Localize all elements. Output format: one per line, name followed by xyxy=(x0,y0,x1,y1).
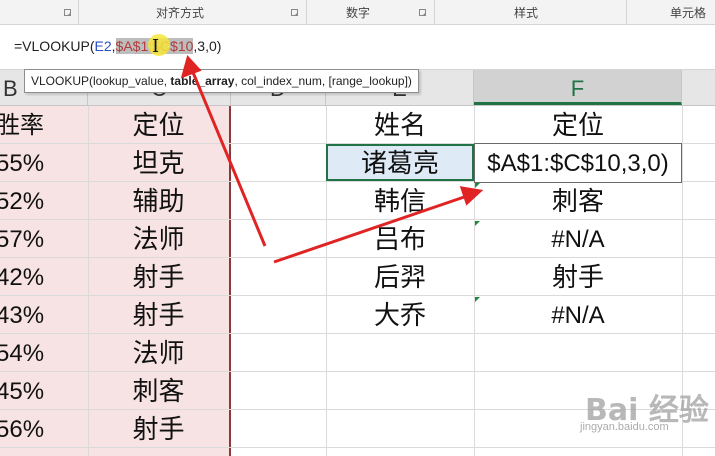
cell-f5[interactable]: 射手 xyxy=(474,258,682,295)
cell-b7[interactable]: 54% xyxy=(0,334,88,371)
number-group-label: 数字 xyxy=(346,6,371,20)
cell-b5[interactable]: 42% xyxy=(0,258,88,295)
col-c-right-border xyxy=(229,106,231,456)
cell-e2[interactable]: 诸葛亮 xyxy=(326,144,474,181)
cell-b3[interactable]: 52% xyxy=(0,182,88,219)
cell-f2-formula[interactable]: $A$1:$C$10,3,0) xyxy=(474,144,682,181)
alignment-dialog-launcher-icon[interactable] xyxy=(291,9,298,16)
ribbon-group-number: 数字 xyxy=(306,0,435,24)
error-indicator-icon xyxy=(475,221,480,226)
cell-b6[interactable]: 43% xyxy=(0,296,88,333)
col-header-g[interactable] xyxy=(682,70,715,105)
error-indicator-icon xyxy=(475,297,480,302)
cell-b8[interactable]: 45% xyxy=(0,372,88,409)
ribbon-group-styles: 样式 xyxy=(434,0,627,24)
formula-rest: ,3,0) xyxy=(193,38,222,54)
cell-e3[interactable]: 韩信 xyxy=(326,182,474,219)
formula-ref-e2: E2 xyxy=(94,38,112,54)
alignment-group-label: 对齐方式 xyxy=(156,6,205,20)
cell-c5[interactable]: 射手 xyxy=(88,258,229,295)
number-dialog-launcher-icon[interactable] xyxy=(419,9,426,16)
cells-group-label: 单元格 xyxy=(670,6,707,20)
cell-f1[interactable]: 定位 xyxy=(474,106,682,143)
cell-e1[interactable]: 姓名 xyxy=(326,106,474,143)
cell-c7[interactable]: 法师 xyxy=(88,334,229,371)
cell-c8[interactable]: 刺客 xyxy=(88,372,229,409)
text-cursor-icon: I xyxy=(152,36,160,57)
tooltip-rest: , col_index_num, [range_lookup]) xyxy=(234,74,412,88)
tooltip-arg-lookup[interactable]: lookup_value xyxy=(93,74,164,88)
cell-c1[interactable]: 定位 xyxy=(88,106,229,143)
cell-b2[interactable]: 55% xyxy=(0,144,88,181)
tooltip-arg-table[interactable]: table_array xyxy=(170,74,234,88)
watermark-url: jingyan.baidu.com xyxy=(580,421,669,433)
styles-group-label: 样式 xyxy=(514,6,539,20)
cell-f3[interactable]: 刺客 xyxy=(474,182,682,219)
cell-c6[interactable]: 射手 xyxy=(88,296,229,333)
formula-input[interactable]: =VLOOKUP(E2,$A$1:$C$10,3,0) xyxy=(14,38,221,54)
ribbon-group-alignment: 对齐方式 xyxy=(78,0,307,24)
cell-c4[interactable]: 法师 xyxy=(88,220,229,257)
formula-sep: , xyxy=(111,38,116,54)
cell-b9[interactable]: 56% xyxy=(0,410,88,447)
error-indicator-icon xyxy=(475,183,480,188)
cell-b4[interactable]: 57% xyxy=(0,220,88,257)
cell-f6[interactable]: #N/A xyxy=(474,296,682,333)
cell-b1[interactable]: 胜率 xyxy=(0,106,88,143)
cell-c2[interactable]: 坦克 xyxy=(88,144,229,181)
col-header-f[interactable]: F xyxy=(474,70,682,105)
font-dialog-launcher-icon[interactable] xyxy=(64,9,71,16)
cell-c3[interactable]: 辅助 xyxy=(88,182,229,219)
function-tooltip: VLOOKUP(lookup_value, table_array, col_i… xyxy=(24,69,419,93)
cell-e6[interactable]: 大乔 xyxy=(326,296,474,333)
tooltip-func: VLOOKUP( xyxy=(31,74,94,88)
cell-c9[interactable]: 射手 xyxy=(88,410,229,447)
formula-prefix: =VLOOKUP( xyxy=(14,38,95,54)
formula-bar[interactable]: =VLOOKUP(E2,$A$1:$C$10,3,0) xyxy=(0,25,715,70)
ribbon-group-labels: 对齐方式 数字 样式 单元格 xyxy=(0,0,715,25)
cell-e5[interactable]: 后羿 xyxy=(326,258,474,295)
ribbon-group-cells: 单元格 xyxy=(626,0,715,24)
ribbon-group-font xyxy=(0,0,79,24)
cell-f4[interactable]: #N/A xyxy=(474,220,682,257)
cell-e4[interactable]: 吕布 xyxy=(326,220,474,257)
